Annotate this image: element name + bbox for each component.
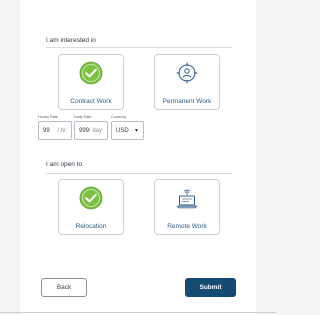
open-to-divider bbox=[46, 173, 232, 174]
currency-value: USD bbox=[116, 128, 129, 134]
currency-caption: Currency bbox=[111, 115, 127, 119]
chevron-down-icon: ▾ bbox=[134, 128, 138, 134]
interested-section-title: I am interested in bbox=[46, 37, 96, 44]
hourly-rate-caption: Hourly Rate bbox=[38, 115, 59, 119]
laptop-wifi-icon bbox=[175, 186, 199, 210]
contract-work-label: Contract Work bbox=[70, 98, 112, 105]
hourly-rate-unit: / hr bbox=[57, 128, 66, 134]
permanent-work-label: Permanent Work bbox=[162, 98, 212, 105]
relocation-label: Relocation bbox=[75, 223, 107, 230]
daily-rate-input[interactable]: 999 / day bbox=[74, 121, 108, 140]
back-button[interactable]: Back bbox=[41, 278, 87, 297]
open-to-section-title: I am open to bbox=[46, 161, 83, 168]
contract-work-option[interactable]: Contract Work bbox=[58, 54, 124, 110]
check-circle-icon bbox=[79, 186, 103, 210]
hourly-rate-value: 99 bbox=[43, 128, 50, 134]
permanent-work-option[interactable]: Permanent Work bbox=[154, 54, 220, 110]
target-person-icon bbox=[175, 61, 199, 85]
currency-select[interactable]: USD ▾ bbox=[111, 121, 144, 140]
remote-work-option[interactable]: Remote Work bbox=[154, 179, 220, 235]
form-card: I am interested in Contract Work Permane… bbox=[20, 0, 256, 315]
relocation-option[interactable]: Relocation bbox=[58, 179, 124, 235]
check-circle-icon bbox=[79, 61, 103, 85]
submit-button[interactable]: Submit bbox=[185, 278, 236, 297]
interested-divider bbox=[46, 47, 232, 48]
page-bottom-border bbox=[0, 312, 276, 313]
daily-rate-unit: / day bbox=[88, 128, 102, 134]
hourly-rate-input[interactable]: 99 / hr bbox=[38, 121, 72, 140]
remote-work-label: Remote Work bbox=[167, 223, 207, 230]
daily-rate-caption: Daily Rate bbox=[74, 115, 92, 119]
daily-rate-value: 999 bbox=[79, 128, 90, 134]
